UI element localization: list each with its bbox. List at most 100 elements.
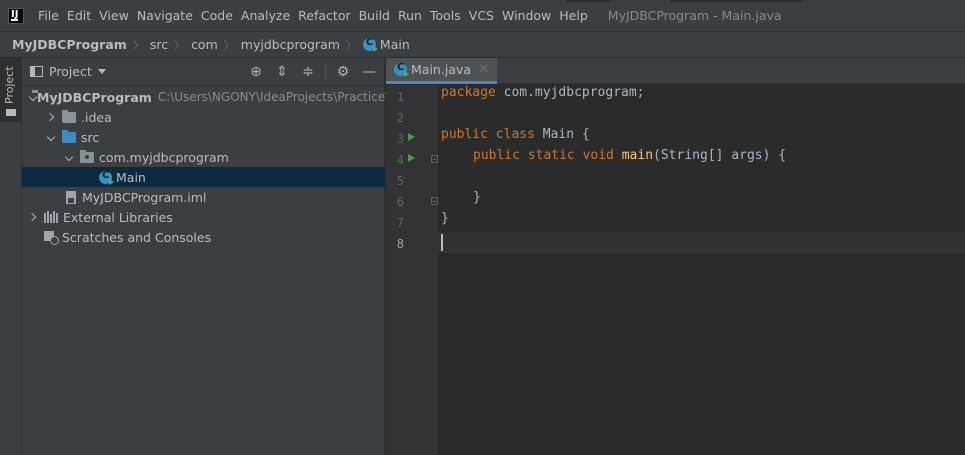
chevron-right-icon: 〉 [174,38,186,52]
text-caret [441,234,443,251]
minimize-icon[interactable]: — [360,63,378,81]
editor: Main.java ✕ 1 2 3 4 5 6 7 8 package com.… [386,58,965,455]
chevron-down-icon[interactable] [97,69,106,74]
tree-item-label: MyJDBCProgram [37,89,152,105]
code-area[interactable]: package com.myjdbcprogram; public class … [438,85,965,455]
menu-vcs[interactable]: VCS [465,0,498,31]
menu-file[interactable]: File [34,0,63,31]
tree-item-main[interactable]: Main [22,167,385,187]
tree-item-idea[interactable]: .idea [22,107,385,127]
line-number-current: 8 [396,237,404,251]
source-folder-icon [62,129,76,143]
menu-code[interactable]: Code [197,0,237,31]
tree-item-root[interactable]: MyJDBCProgram C:\Users\NGONY\IdeaProject… [22,87,400,107]
run-main-icon[interactable] [408,154,415,162]
tree-item-label: Scratches and Consoles [62,229,212,245]
project-view-icon [30,66,43,77]
tree-item-package[interactable]: com.myjdbcprogram [22,147,385,167]
tab-label: Main.java [411,62,472,77]
code-line-7: } [441,211,449,226]
window-title: MyJDBCProgram - Main.java [607,8,782,23]
menu-analyze[interactable]: Analyze [237,0,294,31]
tree-item-label: .idea [81,109,112,125]
tree-item-iml[interactable]: MyJDBCProgram.iml [22,187,385,207]
project-tool-label: Project [3,66,16,104]
gear-icon[interactable]: ⚙ [334,63,352,81]
chevron-right-icon: 〉 [345,38,357,52]
menu-build[interactable]: Build [355,0,394,31]
project-path: C:\Users\NGONY\IdeaProjects\Practice\M [157,90,400,104]
code-line-3: public class Main { [441,127,590,142]
intellij-logo-icon: IJ [8,7,24,24]
tree-item-label: External Libraries [63,209,173,225]
project-tool-tab[interactable]: Project [0,58,22,122]
tree-item-src[interactable]: src [22,127,385,147]
fold-end-icon[interactable] [431,197,438,205]
fold-icon[interactable] [431,155,438,163]
chevron-right-icon: 〉 [223,38,235,52]
breadcrumb-package[interactable]: myjdbcprogram [241,37,340,52]
chevron-right-icon: 〉 [132,38,144,52]
left-tool-strip: Project [0,58,22,455]
editor-tab-bar: Main.java ✕ [386,58,965,84]
line-number: 1 [396,90,404,104]
code-line-6: } [473,190,481,205]
package-icon [80,149,94,163]
code-line-4: public static void main(String[] args) { [473,148,787,163]
expand-all-icon[interactable]: ⇕ [273,63,291,81]
line-number: 4 [396,153,404,167]
breadcrumb-project[interactable]: MyJDBCProgram [12,37,127,52]
collapse-arrow-icon[interactable] [28,211,40,223]
collapse-arrow-icon[interactable] [46,111,58,123]
line-number: 3 [396,132,404,146]
java-class-icon [362,37,378,52]
tree-item-scratches[interactable]: Scratches and Consoles [22,227,385,247]
breadcrumb-src[interactable]: src [150,37,168,52]
top-strip-right [670,0,803,2]
tree-item-label: src [81,129,100,145]
java-class-icon [394,62,409,77]
line-number: 6 [396,195,404,209]
tab-main-java[interactable]: Main.java ✕ [386,58,497,84]
project-view-selector[interactable]: Project [49,64,92,79]
top-strip-left [566,0,611,2]
toolbar-divider [325,64,326,80]
run-class-icon[interactable] [408,133,415,141]
code-line-1: package com.myjdbcprogram; [441,85,645,100]
current-line-highlight [438,232,965,253]
editor-gutter: 1 2 3 4 5 6 7 8 [386,85,438,455]
menu-navigate[interactable]: Navigate [133,0,197,31]
line-number: 7 [396,216,404,230]
menu-view[interactable]: View [95,0,133,31]
collapse-all-icon[interactable]: ≑ [299,63,317,81]
menu-run[interactable]: Run [394,0,426,31]
folder-icon [62,109,76,123]
tree-item-external-libraries[interactable]: External Libraries [22,207,385,227]
tree-item-label: com.myjdbcprogram [99,149,229,165]
tree-item-label: Main [116,169,146,185]
expand-arrow-icon[interactable] [46,131,58,143]
scratches-icon [44,230,59,245]
breadcrumb-file[interactable]: Main [380,37,410,52]
project-panel: Project ⊕ ⇕ ≑ ⚙ — MyJDBCProgram C:\Users… [22,58,400,455]
menu-bar: IJ File Edit View Navigate Code Analyze … [0,0,965,31]
module-file-icon [66,190,76,204]
menu-tools[interactable]: Tools [426,0,465,31]
menu-refactor[interactable]: Refactor [294,0,354,31]
folder-icon [6,109,16,116]
expand-arrow-icon[interactable] [64,151,76,163]
close-icon[interactable]: ✕ [478,62,489,77]
menu-edit[interactable]: Edit [63,0,95,31]
java-class-icon [99,170,114,185]
project-toolbar: ⊕ ⇕ ≑ ⚙ — [239,63,378,81]
breadcrumb-com[interactable]: com [191,37,218,52]
tree-item-label: MyJDBCProgram.iml [82,189,207,205]
menu-window[interactable]: Window [498,0,555,31]
line-number: 2 [396,111,404,125]
project-tree: MyJDBCProgram C:\Users\NGONY\IdeaProject… [22,87,400,247]
locate-file-icon[interactable]: ⊕ [247,63,265,81]
line-number: 5 [396,174,404,188]
libraries-icon [44,211,58,223]
breadcrumb: MyJDBCProgram 〉 src 〉 com 〉 myjdbcprogra… [0,31,965,58]
menu-help[interactable]: Help [555,0,592,31]
